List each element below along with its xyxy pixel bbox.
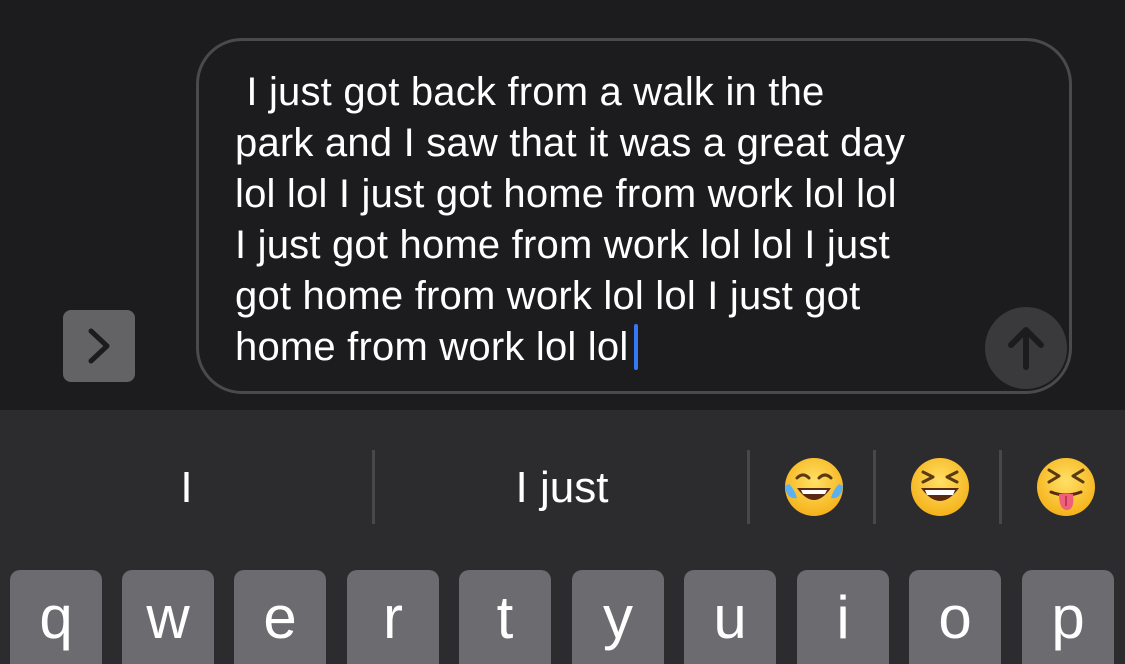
grinning-squinting-face-emoji[interactable]	[909, 456, 971, 518]
message-text-content: I just got back from a walk in the park …	[235, 70, 906, 369]
key-t[interactable]: t	[459, 570, 551, 664]
keyboard: I I just q w e r t y u i o p	[0, 410, 1125, 664]
suggestion-divider	[747, 450, 750, 524]
arrow-up-icon	[1008, 327, 1044, 370]
suggestion-1[interactable]: I	[0, 450, 373, 526]
key-p[interactable]: p	[1022, 570, 1114, 664]
text-caret	[634, 324, 639, 370]
face-with-tears-of-joy-emoji[interactable]	[783, 456, 845, 518]
message-text[interactable]: I just got back from a walk in the park …	[235, 67, 975, 373]
key-w[interactable]: w	[122, 570, 214, 664]
key-i[interactable]: i	[797, 570, 889, 664]
key-q[interactable]: q	[10, 570, 102, 664]
expand-apps-button[interactable]	[63, 310, 135, 382]
send-button[interactable]	[985, 307, 1067, 389]
compose-area: I just got back from a walk in the park …	[0, 0, 1125, 410]
messages-compose-screen: I just got back from a walk in the park …	[0, 0, 1125, 664]
squinting-face-with-tongue-emoji[interactable]	[1035, 456, 1097, 518]
chevron-right-icon	[88, 328, 110, 364]
key-u[interactable]: u	[684, 570, 776, 664]
predictive-text-bar: I I just	[0, 410, 1125, 560]
key-o[interactable]: o	[909, 570, 1001, 664]
suggestion-2[interactable]: I just	[375, 450, 749, 526]
message-input-field[interactable]: I just got back from a walk in the park …	[196, 38, 1072, 394]
key-r[interactable]: r	[347, 570, 439, 664]
keyboard-row-top: q w e r t y u i o p	[0, 570, 1125, 664]
suggestion-divider	[999, 450, 1002, 524]
key-y[interactable]: y	[572, 570, 664, 664]
key-e[interactable]: e	[234, 570, 326, 664]
suggestion-divider	[873, 450, 876, 524]
